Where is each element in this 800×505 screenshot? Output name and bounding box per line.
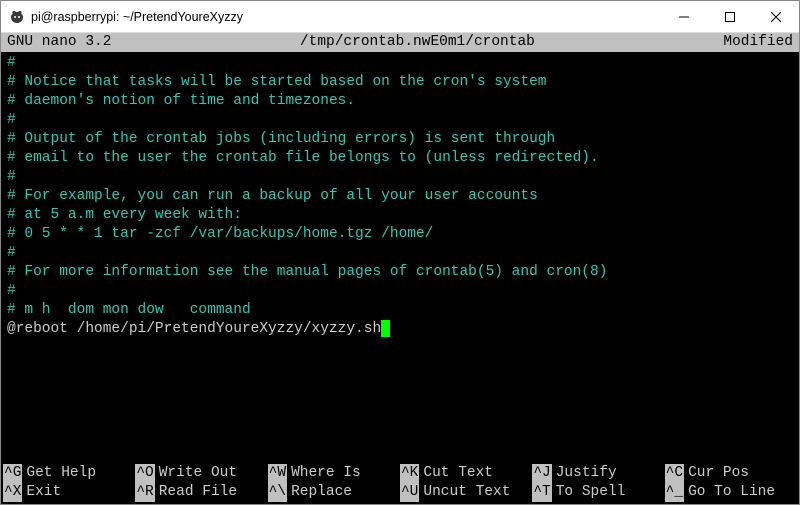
shortcut-item[interactable]: ^T To Spell [532, 483, 664, 502]
shortcut-item[interactable]: ^C Cur Pos [665, 464, 797, 483]
titlebar[interactable]: pi@raspberrypi: ~/PretendYoureXyzzy [1, 1, 799, 33]
shortcut-item[interactable]: ^R Read File [135, 483, 267, 502]
nano-version: GNU nano 3.2 [7, 33, 141, 52]
shortcut-label: Get Help [26, 464, 96, 483]
shortcut-key: ^_ [665, 483, 684, 502]
editor-line: # [7, 111, 793, 130]
editor-line: # at 5 a.m every week with: [7, 206, 793, 225]
editor-line: # 0 5 * * 1 tar -zcf /var/backups/home.t… [7, 225, 793, 244]
shortcut-item[interactable]: ^W Where Is [268, 464, 400, 483]
shortcut-item[interactable]: ^X Exit [3, 483, 135, 502]
shortcut-item[interactable]: ^J Justify [532, 464, 664, 483]
editor-line: # [7, 244, 793, 263]
shortcut-item[interactable]: ^G Get Help [3, 464, 135, 483]
shortcut-key: ^U [400, 483, 419, 502]
nano-filepath: /tmp/crontab.nwE0m1/crontab [141, 33, 693, 52]
shortcut-key: ^G [3, 464, 22, 483]
shortcut-label: Cur Pos [688, 464, 749, 483]
editor-line: # [7, 168, 793, 187]
shortcut-key: ^W [268, 464, 287, 483]
shortcut-label: Write Out [159, 464, 237, 483]
app-icon [9, 9, 25, 25]
maximize-button[interactable] [707, 1, 753, 33]
close-button[interactable] [753, 1, 799, 33]
shortcut-key: ^R [135, 483, 154, 502]
shortcut-label: Go To Line [688, 483, 775, 502]
shortcut-item[interactable]: ^O Write Out [135, 464, 267, 483]
editor-line: # For example, you can run a backup of a… [7, 187, 793, 206]
shortcut-label: To Spell [556, 483, 626, 502]
shortcut-label: Read File [159, 483, 237, 502]
shortcut-item[interactable]: ^\ Replace [268, 483, 400, 502]
shortcut-key: ^K [400, 464, 419, 483]
editor-line: # m h dom mon dow command [7, 301, 793, 320]
editor-line: # [7, 54, 793, 73]
editor-line: # Notice that tasks will be started base… [7, 73, 793, 92]
shortcut-label: Uncut Text [423, 483, 510, 502]
nano-status: Modified [693, 33, 793, 52]
terminal[interactable]: GNU nano 3.2 /tmp/crontab.nwE0m1/crontab… [1, 33, 799, 504]
shortcut-key: ^X [3, 483, 22, 502]
shortcut-bar: ^G Get Help^O Write Out^W Where Is^K Cut… [1, 464, 799, 504]
shortcut-item[interactable]: ^_ Go To Line [665, 483, 797, 502]
shortcut-label: Cut Text [423, 464, 493, 483]
editor-area[interactable]: ## Notice that tasks will be started bas… [1, 52, 799, 464]
shortcut-label: Replace [291, 483, 352, 502]
shortcut-key: ^O [135, 464, 154, 483]
shortcut-label: Where Is [291, 464, 361, 483]
text-cursor [381, 320, 390, 337]
editor-line: # email to the user the crontab file bel… [7, 149, 793, 168]
window-title: pi@raspberrypi: ~/PretendYoureXyzzy [31, 10, 243, 24]
shortcut-key: ^J [532, 464, 551, 483]
editor-line: # Output of the crontab jobs (including … [7, 130, 793, 149]
shortcut-item[interactable]: ^K Cut Text [400, 464, 532, 483]
shortcut-key: ^\ [268, 483, 287, 502]
shortcut-item[interactable]: ^U Uncut Text [400, 483, 532, 502]
editor-line: @reboot /home/pi/PretendYoureXyzzy/xyzzy… [7, 320, 793, 339]
nano-header: GNU nano 3.2 /tmp/crontab.nwE0m1/crontab… [1, 33, 799, 52]
app-window: pi@raspberrypi: ~/PretendYoureXyzzy GNU … [0, 0, 800, 505]
editor-line: # [7, 282, 793, 301]
editor-line: # daemon's notion of time and timezones. [7, 92, 793, 111]
shortcut-key: ^C [665, 464, 684, 483]
shortcut-label: Justify [556, 464, 617, 483]
minimize-button[interactable] [661, 1, 707, 33]
shortcut-key: ^T [532, 483, 551, 502]
editor-line: # For more information see the manual pa… [7, 263, 793, 282]
shortcut-label: Exit [26, 483, 61, 502]
